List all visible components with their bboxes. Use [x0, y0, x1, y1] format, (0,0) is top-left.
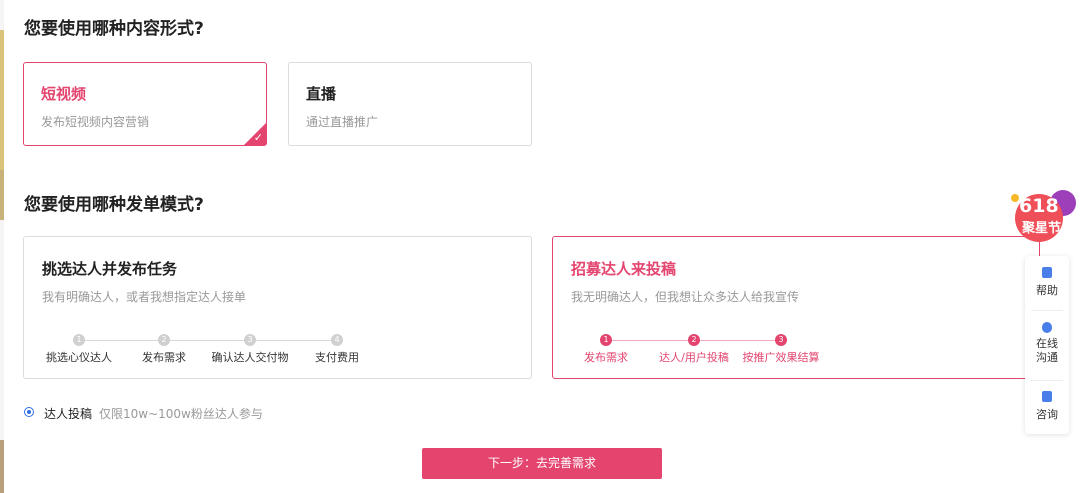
side-item-label: 在线沟通: [1036, 337, 1058, 364]
step-dot: 2: [688, 334, 700, 346]
mode-option-title: 招募达人来投稿: [571, 260, 677, 278]
promo-text: 聚星节: [1022, 221, 1062, 236]
content-option-live[interactable]: 直播 通过直播推广: [288, 62, 532, 146]
content-option-desc: 通过直播推广: [306, 115, 379, 129]
content-option-desc: 发布短视频内容营销: [41, 115, 150, 129]
content-option-title: 短视频: [41, 85, 87, 103]
step-dot: 3: [775, 334, 787, 346]
left-edge-strip: [0, 0, 4, 493]
step-label: 挑选心仪达人: [46, 351, 112, 364]
side-item-help[interactable]: 帮助: [1025, 267, 1069, 298]
mode-option-pick-talent[interactable]: 挑选达人并发布任务 我有明确达人，或者我想指定达人接单 1 2 3 4 挑选心仪…: [23, 236, 532, 379]
side-item-label: 帮助: [1036, 284, 1058, 297]
step-dot: 2: [158, 334, 170, 346]
content-form-question: 您要使用哪种内容形式?: [24, 19, 204, 39]
step-dot: 1: [600, 334, 612, 346]
side-item-online-chat[interactable]: 在线沟通: [1025, 322, 1069, 365]
mode-option-desc: 我有明确达人，或者我想指定达人接单: [42, 290, 247, 304]
side-item-consult[interactable]: 咨询: [1025, 391, 1069, 422]
step-label: 发布需求: [584, 351, 628, 364]
step-label: 发布需求: [142, 351, 186, 364]
content-option-title: 直播: [306, 85, 337, 103]
promo-number: 618: [1019, 195, 1059, 217]
step-label: 按推广效果结算: [742, 351, 820, 364]
content-option-short-video[interactable]: 短视频 发布短视频内容营销 ✓: [23, 62, 267, 146]
radio-note: 仅限10w~100w粉丝达人参与: [99, 407, 263, 421]
step-label: 支付费用: [315, 351, 359, 364]
side-help-panel: 帮助 在线沟通 咨询: [1025, 256, 1069, 434]
step-label: 达人/用户投稿: [659, 351, 729, 364]
radio-label: 达人投稿: [44, 407, 93, 421]
divider: [1031, 310, 1063, 311]
step-dot: 1: [73, 334, 85, 346]
step-dot: 3: [244, 334, 256, 346]
side-item-label: 咨询: [1036, 408, 1058, 421]
chat-bubble-icon: [1042, 322, 1052, 333]
promo-618-badge[interactable]: 618 聚星节: [1010, 190, 1076, 244]
process-steps: 1 2 3 发布需求 达人/用户投稿 按推广效果结算: [553, 333, 1039, 364]
step-dot: 4: [331, 334, 343, 346]
mode-option-desc: 我无明确达人，但我想让众多达人给我宣传: [571, 290, 800, 304]
step-label: 确认达人交付物: [211, 351, 289, 364]
checkmark-icon: ✓: [253, 131, 263, 144]
mode-option-title: 挑选达人并发布任务: [42, 260, 178, 278]
mode-option-recruit[interactable]: 招募达人来投稿 我无明确达人，但我想让众多达人给我宣传 1 2 3 发布需求 达…: [552, 236, 1040, 379]
order-mode-question: 您要使用哪种发单模式?: [24, 195, 204, 215]
document-icon: [1042, 267, 1052, 278]
next-step-button[interactable]: 下一步：去完善需求: [422, 448, 662, 479]
radio-button[interactable]: [24, 407, 34, 417]
process-steps: 1 2 3 4 挑选心仪达人 发布需求 确认达人交付物 支付费用: [24, 333, 531, 364]
message-icon: [1042, 391, 1052, 402]
divider: [1031, 380, 1063, 381]
